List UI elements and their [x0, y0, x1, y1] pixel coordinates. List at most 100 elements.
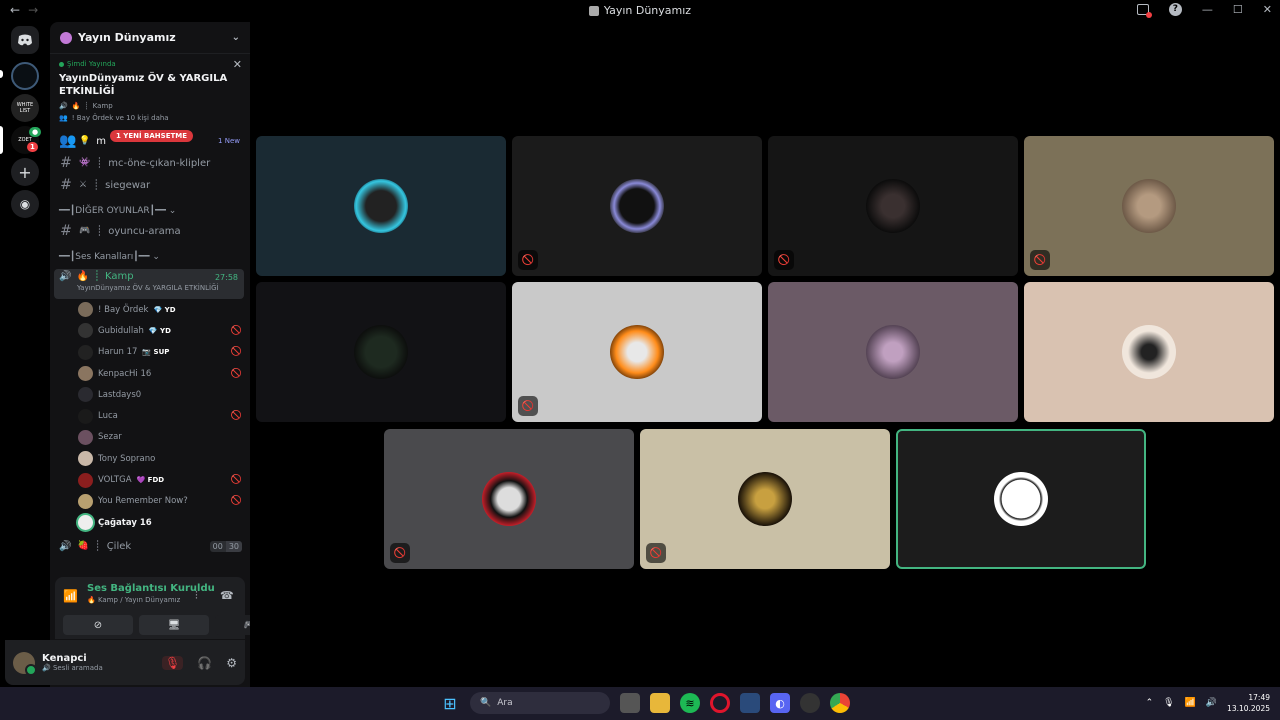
clips-icon: 👾 [79, 158, 91, 168]
category-games[interactable]: ━━┃DİĞER OYUNLAR┃━━ ⌄ [50, 196, 250, 220]
mic-icon[interactable]: 🎙 [1163, 698, 1174, 708]
channel-oyuncu-arama[interactable]: # 🎮 ┊ oyuncu-arama [50, 220, 250, 242]
app-icon[interactable] [800, 693, 820, 713]
participant-tile[interactable]: 🚫 [1024, 136, 1274, 276]
server-icon[interactable]: WHITE LIST [11, 94, 39, 122]
screen-share-button[interactable]: 🖥 [139, 615, 209, 635]
explore-icon[interactable]: ◉ [11, 190, 39, 218]
channel-m[interactable]: 👥 💡 m 1 YENİ BAHSETME 1 New [50, 130, 250, 152]
role-tag: 💎 YD [153, 305, 176, 314]
rail-indicator [0, 70, 3, 78]
search-icon: 🔍 [480, 698, 492, 708]
opera-icon[interactable] [710, 693, 730, 713]
windows-start-icon[interactable]: ⊞ [440, 693, 460, 713]
chevron-up-icon[interactable]: ⌃ [1146, 698, 1154, 708]
user-panel: Kenapci 🔊 Sesli aramada 🎙 🎧 ⚙ [5, 640, 245, 685]
muted-icon: 🚫 [774, 250, 794, 270]
avatar [866, 325, 920, 379]
signal-icon[interactable]: 📶 [63, 589, 78, 603]
steam-icon[interactable] [740, 693, 760, 713]
help-icon[interactable]: ? [1168, 3, 1182, 16]
server-icon[interactable] [11, 62, 39, 90]
voice-user[interactable]: KenpacHi 16 🚫 [50, 363, 250, 384]
server-icon [588, 5, 599, 16]
server-badge: 1 [27, 142, 38, 152]
mic-muted-icon[interactable]: 🎙 [162, 655, 184, 670]
add-server-icon[interactable]: + [11, 158, 39, 186]
category-voice[interactable]: ━━┃Ses Kanalları┃━━ ⌄ [50, 242, 250, 266]
event-attendees: 👥 ! Bay Ördek ve 10 kişi daha [59, 114, 169, 122]
muted-icon: 🚫 [230, 368, 242, 379]
wifi-icon[interactable]: 📶 [1185, 698, 1196, 708]
voice-user[interactable]: Luca 🚫 [50, 405, 250, 426]
event-banner[interactable]: Şimdi Yayında YayınDünyamız ÖV & YARGILA… [50, 54, 250, 126]
minimize-button[interactable]: — [1202, 3, 1213, 16]
voice-user[interactable]: You Remember Now? 🚫 [50, 491, 250, 512]
user-limit: 00 30 [209, 540, 242, 552]
participant-tile[interactable]: 🚫 [384, 429, 634, 569]
avatar [78, 472, 93, 488]
task-view-icon[interactable] [620, 693, 640, 713]
title-bar: ← → Yayın Dünyamız ? — ☐ ✕ [0, 0, 1280, 22]
muted-icon: 🚫 [230, 347, 242, 358]
maximize-button[interactable]: ☐ [1233, 3, 1243, 16]
participant-tile[interactable]: 🚫 [768, 136, 1018, 276]
folder-icon[interactable] [650, 693, 670, 713]
volume-icon[interactable]: 🔊 [1206, 698, 1217, 708]
avatar[interactable] [13, 651, 37, 676]
headphones-icon[interactable]: 🎧 [197, 656, 212, 670]
clock[interactable]: 17:49 13.10.2025 [1227, 692, 1270, 714]
game-icon: 🎮 [79, 226, 91, 236]
participant-tile[interactable]: 🚫 [512, 282, 762, 422]
voice-user[interactable]: Tony Soprano [50, 448, 250, 469]
chevron-down-icon: ⌄ [231, 32, 240, 43]
participant-tile-speaking[interactable] [896, 429, 1146, 569]
voice-user[interactable]: ! Bay Ördek 💎 YD [50, 299, 250, 320]
fire-icon: 🔥 [71, 102, 81, 110]
role-tag: 📷 SUP [142, 348, 170, 357]
voice-status[interactable]: Ses Bağlantısı Kuruldu [87, 583, 237, 594]
role-tag: 💎 YD [148, 326, 171, 335]
voice-user[interactable]: Çağatay 16 [50, 512, 250, 533]
avatar [482, 472, 536, 526]
speaker-icon: 🔊 [59, 271, 72, 282]
participant-tile[interactable] [1024, 282, 1274, 422]
voice-user[interactable]: VOLTGA 💜 FDD 🚫 [50, 469, 250, 490]
participant-tile[interactable] [256, 136, 506, 276]
soundboard-icon[interactable]: ⫶ [195, 589, 198, 603]
taskbar-search[interactable]: 🔍 Ara [470, 692, 610, 714]
disconnect-icon[interactable]: ☎ [220, 589, 234, 602]
event-channel: 🔊 🔥 ┊ Kamp [59, 102, 113, 110]
channel-klipler[interactable]: # 👾 ┊ mc-öne-çıkan-klipler [50, 152, 250, 174]
close-button[interactable]: ✕ [1263, 3, 1272, 16]
spotify-icon[interactable]: ≋ [680, 693, 700, 713]
participant-tile[interactable] [768, 282, 1018, 422]
voice-channel-kamp[interactable]: 🔊 🔥 ┊ Kamp 27:58 YayınDünyamız ÖV & YARGILA… [54, 269, 244, 299]
discord-home-icon[interactable] [11, 26, 39, 54]
hash-icon: # [60, 223, 72, 239]
inbox-icon[interactable] [1136, 4, 1152, 18]
mention-pill[interactable]: 1 YENİ BAHSETME [110, 130, 194, 142]
voice-user[interactable]: Lastdays0 [50, 384, 250, 405]
participant-tile[interactable]: 🚫 [512, 136, 762, 276]
voice-channel-cilek[interactable]: 🔊 🍓 ┊ Çilek 00 30 [50, 535, 250, 557]
camera-off-button[interactable]: ⊘ [63, 615, 133, 635]
participant-tile[interactable] [256, 282, 506, 422]
voice-user[interactable]: Sezar [50, 427, 250, 448]
voice-event-label: YayınDünyamız ÖV & YARGILA ETKİNLİĞİ [77, 284, 219, 292]
system-tray: ⌃ 🎙 📶 🔊 17:49 13.10.2025 [1146, 692, 1270, 714]
chrome-icon[interactable] [830, 693, 850, 713]
muted-icon: 🚫 [518, 396, 538, 416]
channel-siegewar[interactable]: # ⚔ ┊ siegewar [50, 174, 250, 196]
os-taskbar: ⊞ 🔍 Ara ≋ ◐ ⌃ 🎙 📶 🔊 17:49 13.10.2025 [0, 687, 1280, 720]
discord-taskbar-icon[interactable]: ◐ [770, 693, 790, 713]
close-icon[interactable]: ✕ [233, 58, 242, 71]
voice-user[interactable]: Harun 17 📷 SUP 🚫 [50, 342, 250, 363]
participant-tile[interactable]: 🚫 [640, 429, 890, 569]
avatar [78, 515, 93, 531]
guild-header[interactable]: Yayın Dünyamız ⌄ [50, 22, 250, 54]
voice-user[interactable]: Gubidullah 💎 YD 🚫 [50, 320, 250, 341]
user-info[interactable]: Kenapci 🔊 Sesli aramada [42, 653, 103, 672]
gear-icon[interactable]: ⚙ [226, 656, 237, 670]
avatar [78, 323, 93, 339]
